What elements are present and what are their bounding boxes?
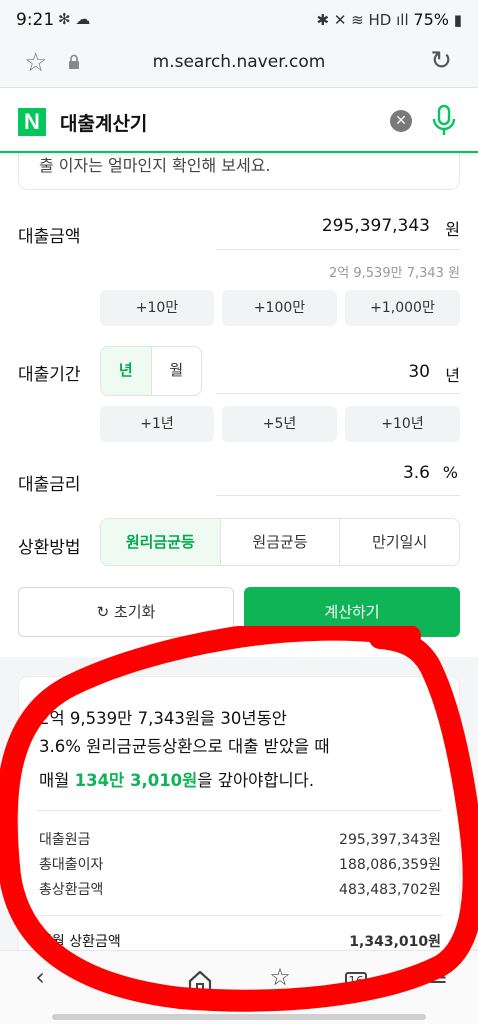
home-indicator[interactable] (52, 1014, 426, 1020)
battery-level: 75% (413, 10, 449, 29)
reset-button[interactable]: ↻ 초기화 (18, 587, 234, 637)
battery-icon: ▮ (453, 11, 462, 29)
naver-logo[interactable]: N (18, 108, 46, 136)
total-interest-label: 총대출이자 (39, 857, 104, 873)
back-arrow-icon[interactable]: ‹ (20, 963, 60, 999)
loan-amount-hint: 2억 9,539만 7,343 원 (329, 266, 460, 281)
total-interest-value: 188,086,359원 (339, 857, 441, 873)
status-right-icons: ✱ ✕ ≋ HD ıll 75% ▮ (317, 10, 463, 29)
home-icon[interactable] (180, 963, 220, 999)
intro-text: 출 이자는 얼마인지 확인해 보세요. (39, 156, 271, 175)
monthly-prefix: 매월 (39, 771, 75, 790)
loan-period-value[interactable]: 30 (408, 362, 430, 382)
calculate-button[interactable]: 계산하기 (244, 587, 460, 637)
add-1-year-button[interactable]: +1년 (100, 406, 214, 442)
result-summary-line1: 2억 9,539만 7,343원을 30년동안 (39, 709, 287, 728)
period-unit-month[interactable]: 월 (152, 347, 202, 395)
status-bar: 9:21 ✻ ☁ ✱ ✕ ≋ HD ıll 75% ▮ (0, 0, 478, 40)
monthly-payment-label: 매월 상환금액 (39, 934, 121, 950)
forward-arrow-icon[interactable]: › (100, 963, 140, 999)
loan-amount-value[interactable]: 295,397,343 (322, 216, 430, 236)
menu-notification-dot (450, 963, 456, 969)
monthly-amount-highlight: 134만 3,010원 (74, 771, 198, 790)
repayment-equal-principal[interactable]: 원금균등 (221, 519, 341, 565)
bookmarks-star-icon[interactable]: ☆ (260, 963, 300, 999)
add-1m-button[interactable]: +100만 (222, 290, 337, 326)
repayment-bullet[interactable]: 만기일시 (340, 519, 459, 565)
result-card: 2억 9,539만 7,343원을 30년동안 3.6% 원리금균등상환으로 대… (18, 676, 460, 966)
principal-value: 295,397,343원 (339, 832, 441, 848)
tabs-count: 16 (345, 972, 367, 990)
loan-period-label: 대출기간 (18, 365, 81, 385)
monthly-payment-value: 1,343,010원 (349, 934, 441, 950)
total-repayment-value: 483,483,702원 (339, 882, 441, 898)
status-time: 9:21 (16, 10, 55, 30)
principal-label: 대출원금 (39, 832, 91, 848)
loan-rate-unit: % (442, 463, 458, 482)
add-10-years-button[interactable]: +10년 (345, 406, 460, 442)
microphone-icon[interactable] (430, 103, 458, 139)
result-monthly-sentence: 매월 134만 3,010원을 갚아야합니다. (39, 767, 314, 791)
system-icons: ✱ ✕ ≋ HD ıll (316, 11, 409, 29)
browser-bottom-nav: ‹ › ☆ 16 ≡ (0, 950, 478, 1024)
repayment-equal-installment[interactable]: 원리금균등 (101, 519, 221, 565)
monthly-suffix: 을 갚아야합니다. (197, 771, 315, 790)
loan-rate-value[interactable]: 3.6 (403, 463, 430, 483)
tabs-icon[interactable]: 16 (336, 963, 376, 999)
notification-icons: ✻ ☁ (58, 10, 91, 28)
search-header: N 대출계산기 ✕ (0, 89, 478, 153)
repayment-method-selector: 원리금균등 원금균등 만기일시 (100, 518, 460, 566)
add-10m-button[interactable]: +1,000만 (345, 290, 460, 326)
clear-search-button[interactable]: ✕ (390, 110, 412, 132)
browser-address-bar: ☆ m.search.naver.com ↻ (0, 40, 478, 88)
url-text[interactable]: m.search.naver.com (0, 52, 478, 72)
loan-amount-unit: 원 (445, 220, 460, 239)
add-100k-button[interactable]: +10만 (100, 290, 214, 326)
loan-period-unit: 년 (445, 366, 460, 385)
add-5-years-button[interactable]: +5년 (222, 406, 337, 442)
reload-icon[interactable]: ↻ (430, 46, 452, 76)
reset-label: 초기화 (113, 603, 156, 621)
search-query[interactable]: 대출계산기 (60, 109, 147, 136)
total-repayment-label: 총상환금액 (39, 882, 104, 898)
result-summary-line2: 3.6% 원리금균등상환으로 대출 받았을 때 (39, 737, 330, 756)
result-divider-2 (37, 915, 442, 916)
refresh-icon: ↻ (96, 603, 110, 621)
period-unit-toggle: 년 월 (100, 346, 202, 396)
repayment-label: 상환방법 (18, 538, 81, 558)
period-unit-year[interactable]: 년 (101, 347, 152, 395)
result-divider (37, 810, 442, 811)
loan-rate-label: 대출금리 (18, 475, 81, 495)
loan-amount-label: 대출금액 (18, 227, 81, 247)
